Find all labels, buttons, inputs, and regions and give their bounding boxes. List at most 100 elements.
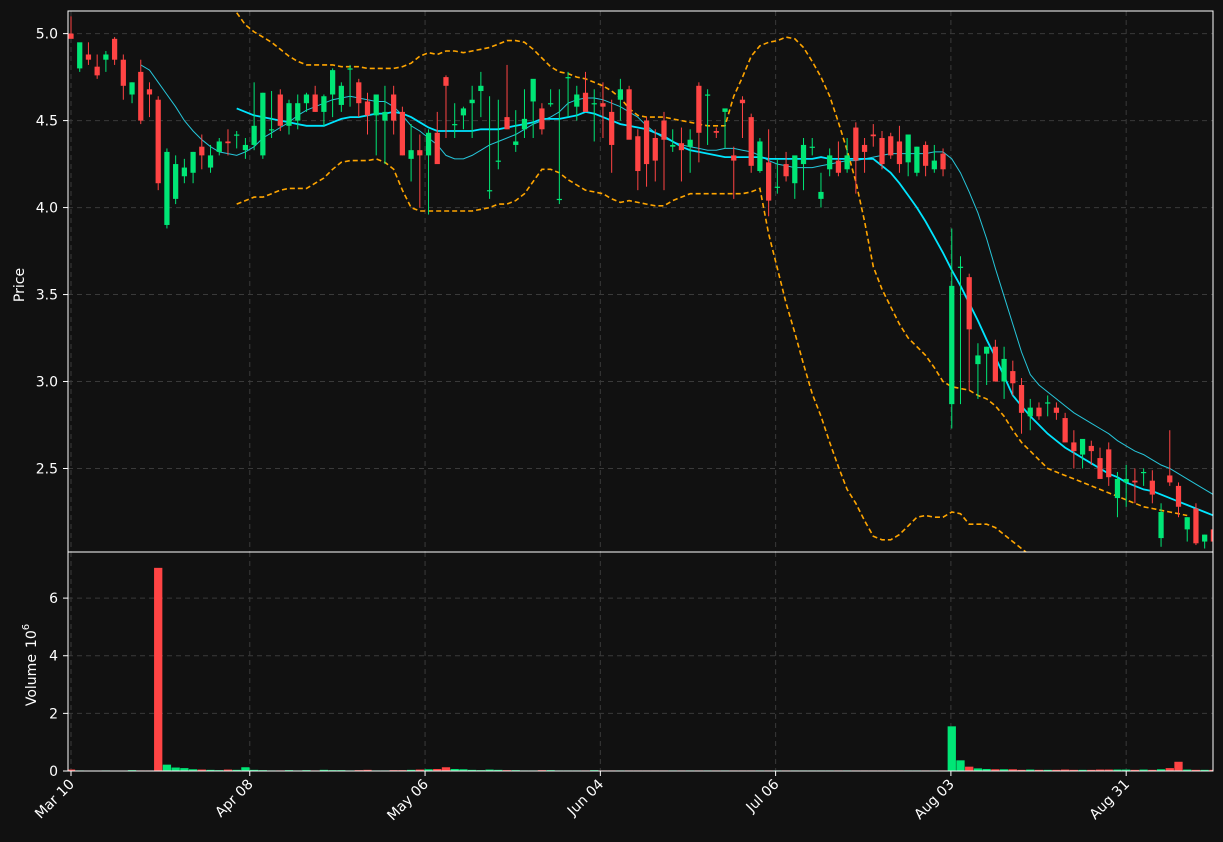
candle-body (1079, 438, 1086, 455)
candle (748, 113, 754, 173)
candle-body (408, 150, 414, 159)
candle-body (757, 141, 763, 172)
candle-body (382, 111, 388, 121)
candle-body (486, 190, 493, 192)
candle-body (207, 155, 214, 168)
candle-body (678, 143, 685, 151)
candle-body (303, 94, 310, 104)
candle-body (68, 33, 74, 39)
candle-body (521, 118, 528, 130)
candle-body (513, 141, 519, 145)
candle-body (984, 346, 990, 354)
candle-body (1167, 475, 1173, 483)
candle-body (696, 85, 702, 133)
candle-body (94, 66, 100, 76)
candle-body (713, 131, 719, 133)
volume-axis-unit: 10 (24, 630, 40, 648)
volume-bar (171, 767, 180, 771)
candle-body (321, 96, 327, 112)
candle-body (1010, 371, 1016, 384)
candle-body (85, 54, 92, 60)
candle (164, 148, 170, 229)
candle-body (312, 94, 318, 112)
candle-body (792, 155, 798, 184)
candle-body (861, 144, 868, 152)
candle-body (670, 144, 676, 147)
candle-body (704, 94, 711, 96)
candle-body (879, 137, 885, 165)
candle-body (251, 125, 257, 145)
candle-body (1062, 418, 1068, 443)
candle (277, 89, 283, 132)
candle-body (347, 68, 353, 70)
candle-body (931, 160, 937, 170)
candlestick-chart: 2.53.03.54.04.55.0 0246 Mar 10 Apr 08 May … (0, 0, 1223, 842)
candle-body (452, 124, 458, 126)
candle-body (922, 144, 929, 166)
candle-body (600, 103, 606, 107)
candle-body (164, 151, 170, 225)
candle-body (1114, 478, 1121, 499)
candle-body (548, 103, 554, 105)
candle-body (800, 144, 807, 165)
volume-bar (1174, 761, 1183, 771)
volume-bar (154, 567, 163, 771)
candle-body (1175, 485, 1182, 507)
candle-body (225, 141, 231, 144)
candle-body (391, 94, 397, 121)
candle-body (844, 155, 850, 170)
candle-body (774, 186, 780, 188)
candle-body (609, 111, 615, 145)
candle-body (1132, 480, 1138, 483)
candle-body (1149, 480, 1155, 495)
candle-body (216, 141, 222, 152)
candle-body (643, 120, 650, 165)
volume-axis-label: Volume 106 (21, 624, 40, 706)
candle (77, 42, 83, 72)
candle-body (460, 108, 467, 116)
candle-body (181, 167, 187, 177)
candle-body (77, 42, 83, 69)
candle-body (992, 346, 998, 382)
volume-tick-label: 2 (49, 706, 58, 722)
candle-body (364, 101, 371, 116)
candle-body (556, 198, 562, 201)
candle-body (504, 117, 510, 130)
candle-body (469, 99, 475, 104)
candle-body (1193, 508, 1199, 544)
candle-body (443, 77, 449, 86)
candle-body (242, 144, 249, 151)
volume-tick-label: 6 (49, 591, 58, 607)
candle (155, 96, 161, 191)
candle-body (146, 89, 153, 95)
candle-body (295, 103, 301, 121)
volume-bar (947, 726, 956, 771)
candle-body (1184, 517, 1190, 530)
candle-body (103, 54, 109, 60)
candle-body (635, 136, 641, 172)
candle-body (966, 277, 972, 330)
candle-body (853, 127, 859, 161)
candle-body (434, 132, 440, 165)
candle-body (870, 134, 876, 137)
candle-body (617, 89, 624, 100)
candle-body (748, 117, 754, 166)
candle-body (1088, 445, 1094, 452)
candle-body (896, 141, 903, 165)
candle-body (1036, 407, 1042, 417)
candle-body (539, 108, 545, 130)
volume-bar (441, 767, 451, 771)
candle-body (661, 120, 667, 140)
candle-body (530, 78, 536, 102)
candle-body (957, 266, 964, 268)
candle-body (286, 103, 292, 126)
candle-body (739, 99, 746, 104)
candle-body (120, 59, 126, 86)
candle-body (277, 94, 283, 126)
candle (399, 106, 405, 156)
candle-body (495, 160, 501, 162)
price-tick-label: 5.0 (36, 27, 58, 43)
candle (757, 137, 763, 173)
volume-bar (956, 760, 965, 771)
price-axis-label: Price (12, 268, 28, 302)
